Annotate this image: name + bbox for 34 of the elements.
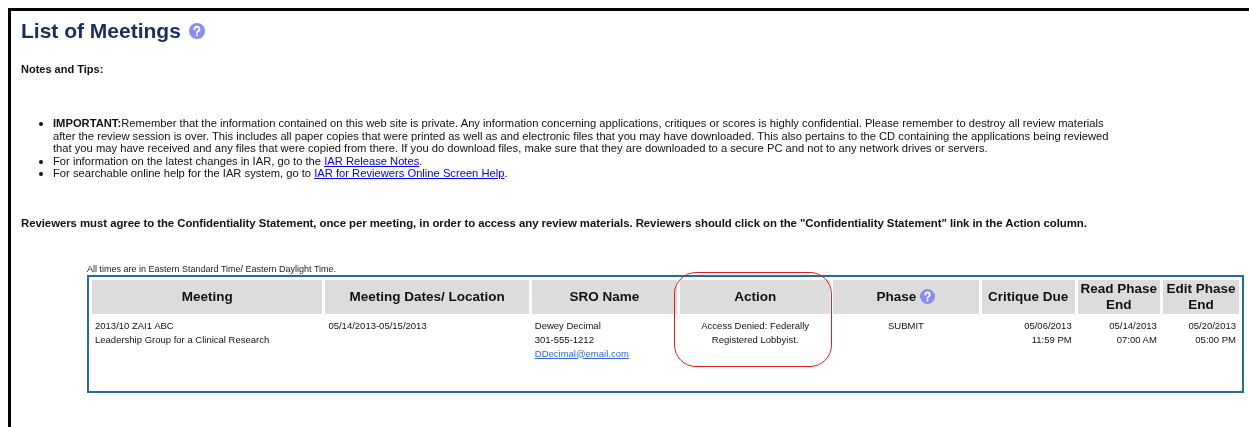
note-text: For searchable online help for the IAR system, go to IAR for Reviewers Online Screen Help. xyxy=(53,167,508,180)
bullet-icon xyxy=(39,159,43,164)
column-header: Phase xyxy=(833,279,979,314)
note-text: IMPORTANT:Remember that the information contained on this web site is private. Any information concerning applications, critiques or scores is highly confidential. Please remember to destroy all review materials after the review session is over. This includes all paper copies that were printed as well as and electronic files that you may have downloaded. This also pertains to the CD containing the applications being reviewed that you may have received and any files that were copied from there. If you do download files, make sure that they are downloaded to a secure PC and not to any network drives or servers. xyxy=(53,117,1110,155)
cell-text: Leadership Group for a Clinical Research xyxy=(95,332,271,347)
cell-text: Access Denied: Federally Registered Lobbyist. xyxy=(700,318,810,347)
column-header: Meeting Dates/ Location xyxy=(325,279,529,314)
column-header: Action xyxy=(680,279,831,314)
cell-text: 05/14/2013-05/15/2013 xyxy=(328,318,428,333)
help-icon[interactable] xyxy=(188,23,205,39)
cell-text: 05:00 PM xyxy=(1194,332,1236,347)
cell-text: 05/20/2013 xyxy=(1187,318,1236,333)
time-note: All times are in Eastern Standard Time/ Eastern Daylight Time. xyxy=(87,263,338,274)
bullet-icon xyxy=(39,172,43,176)
cell-text: SUBMIT xyxy=(886,318,925,333)
notes-heading: Notes and Tips: xyxy=(21,63,105,75)
column-header: Edit Phase End xyxy=(1162,279,1239,314)
bullet-icon xyxy=(39,122,43,126)
email-link[interactable]: DDecimal@email.com xyxy=(534,346,674,361)
cell-text: 05/14/2013 xyxy=(1108,318,1157,333)
statement-text: Reviewers must agree to the Confidentiality Statement, once per meeting, in order to access any review materials. Reviewers should click on the "Confidentiality Statement" link in the Action column. xyxy=(21,216,1088,229)
column-header: Critique Due xyxy=(981,279,1075,314)
page-title: List of Meetings xyxy=(21,19,181,43)
cell-text: 2013/10 ZAI1 ABC xyxy=(95,318,175,333)
note-text: For information on the latest changes in IAR, go to the IAR Release Notes. xyxy=(53,154,423,167)
cell-text: 301-555-1212 xyxy=(534,332,595,347)
cell-text: 07:00 AM xyxy=(1115,332,1157,347)
column-header: Meeting xyxy=(92,279,323,314)
column-header: SRO Name xyxy=(531,279,677,314)
column-header: Read Phase End xyxy=(1077,279,1160,314)
cell-text: 05/06/2013 xyxy=(1023,318,1072,333)
help-icon[interactable] xyxy=(920,289,936,305)
cell-text: 11:59 PM xyxy=(1030,332,1072,347)
cell-text: Dewey Decimal xyxy=(534,318,602,333)
